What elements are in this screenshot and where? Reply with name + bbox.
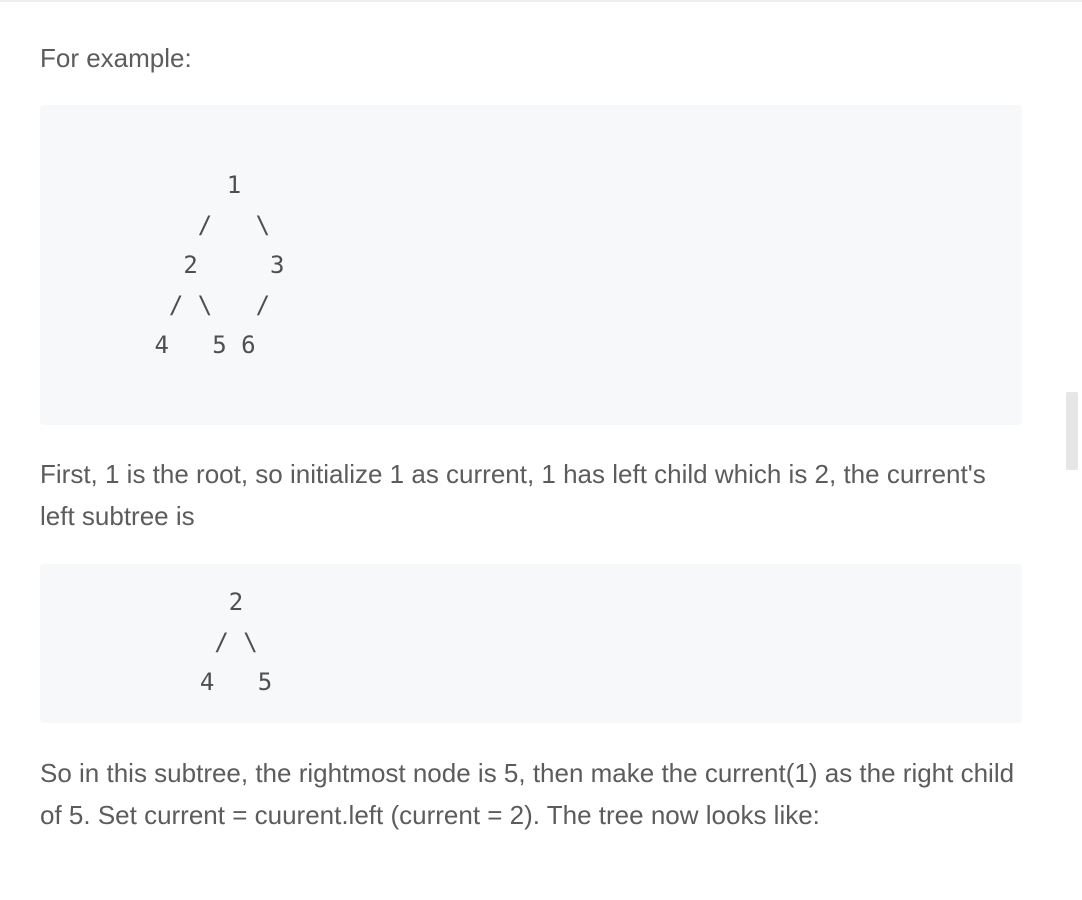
code-block-full-tree: 1 / \ 2 3 / \ / 4 5 6: [40, 105, 1022, 425]
tree-line-2: / \: [140, 211, 271, 239]
tree-line-3: 2 3: [140, 251, 285, 279]
tree-line-5: 4 5 6: [140, 331, 256, 359]
intro-text: For example:: [40, 43, 192, 73]
tree-line-1: 1: [140, 171, 242, 199]
code-block-subtree: 2 / \ 4 5: [40, 564, 1022, 723]
tree-line-4: / \ /: [140, 291, 271, 319]
subtree-line-3: 4 5: [171, 668, 273, 696]
scrollbar-thumb[interactable]: [1066, 392, 1078, 470]
subtree-line-1: 2: [171, 588, 244, 616]
paragraph-second: So in this subtree, the rightmost node i…: [40, 758, 1015, 830]
top-divider: [0, 0, 1082, 2]
paragraph-first: First, 1 is the root, so initialize 1 as…: [40, 459, 986, 531]
subtree-line-2: / \: [171, 628, 258, 656]
